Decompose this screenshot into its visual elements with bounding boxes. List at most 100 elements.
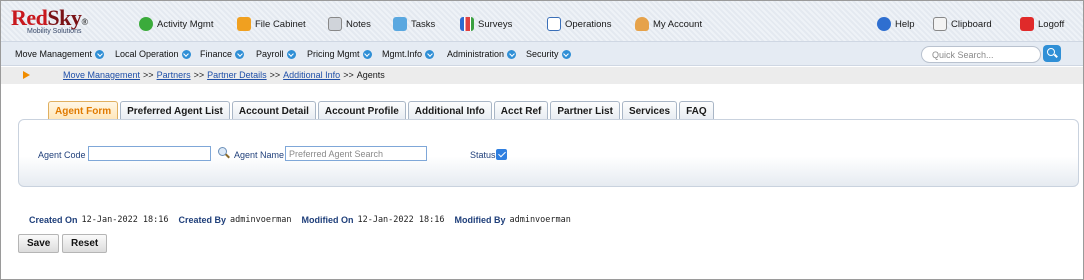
nav-my-account-label: My Account [653,18,703,30]
menu-move-management[interactable]: Move Management [15,49,105,59]
created-by-value: adminvoerman [230,215,292,225]
nav-tasks[interactable]: Tasks [393,17,435,31]
nav-clipboard-label: Clipboard [951,18,992,30]
nav-operations[interactable]: Operations [547,17,611,31]
menu-label: Payroll [256,49,284,59]
tab-account-detail[interactable]: Account Detail [231,101,316,120]
agent-form-panel: Agent Code Agent Name Status [18,119,1079,187]
main-menu: Move Management Local Operation Finance … [1,41,1083,66]
menu-finance[interactable]: Finance [200,49,245,59]
chevron-down-icon [362,49,372,59]
breadcrumb-current: Agents [356,70,385,80]
power-icon [1020,17,1034,31]
nav-file-cabinet-label: File Cabinet [255,18,306,30]
created-on-value: 12-Jan-2022 18:16 [81,215,169,225]
tab-agent-form[interactable]: Agent Form [48,101,119,120]
breadcrumb-bar: Move Management >> Partners >> Partner D… [1,67,1083,84]
menu-local-operation[interactable]: Local Operation [115,49,191,59]
menu-payroll[interactable]: Payroll [256,49,296,59]
tab-preferred-agent-list[interactable]: Preferred Agent List [120,101,230,120]
tab-partner-list[interactable]: Partner List [550,101,620,120]
status-checkbox[interactable] [496,149,507,160]
nav-clipboard[interactable]: Clipboard [933,17,992,31]
bar-chart-icon [460,17,474,31]
nav-logoff[interactable]: Logoff [1020,17,1064,31]
nav-logoff-label: Logoff [1038,18,1065,30]
gear-icon [139,17,153,31]
modified-on-value: 12-Jan-2022 18:16 [357,215,445,225]
user-icon [635,17,649,31]
breadcrumb-link-move-management[interactable]: Move Management [63,70,140,80]
menu-label: Security [526,49,559,59]
logo-name-red: Red [11,5,48,30]
nav-help[interactable]: Help [877,17,915,31]
agent-code-label: Agent Code [38,150,86,160]
nav-surveys-label: Surveys [478,18,513,30]
chevron-down-icon [286,49,296,59]
breadcrumb: Move Management >> Partners >> Partner D… [63,70,385,80]
breadcrumb-separator: >> [269,70,281,80]
nav-tasks-label: Tasks [411,18,436,30]
modified-by-value: adminvoerman [509,215,571,225]
tab-acct-ref[interactable]: Acct Ref [493,101,549,120]
arrow-right-icon [23,71,30,79]
nav-activity-mgmt[interactable]: Activity Mgmt [139,17,213,31]
nav-help-label: Help [895,18,915,30]
tab-account-profile[interactable]: Account Profile [317,101,406,120]
help-icon [877,17,891,31]
breadcrumb-separator: >> [343,70,354,80]
folder-icon [237,17,251,31]
tab-faq[interactable]: FAQ [679,101,714,120]
breadcrumb-link-partner-details[interactable]: Partner Details [207,70,267,80]
chevron-down-icon [235,49,245,59]
nav-notes-label: Notes [346,18,371,30]
save-button[interactable]: Save [18,234,60,253]
logo-name-dark: Sky [47,5,82,30]
menu-administration[interactable]: Administration [447,49,517,59]
modified-on-label: Modified On [301,215,354,225]
chevron-down-icon [181,49,191,59]
tab-services[interactable]: Services [621,101,678,120]
menu-mgmt-info[interactable]: Mgmt.Info [382,49,435,59]
clipboard-icon [933,17,947,31]
chevron-down-icon [507,49,517,59]
menu-label: Pricing Mgmt [307,49,360,59]
quick-search-button[interactable] [1043,45,1061,62]
lookup-icon[interactable] [217,146,230,159]
company-logo[interactable]: RedSky® Mobility Solutions [11,5,88,35]
agent-name-label: Agent Name [234,150,285,160]
breadcrumb-link-additional-info[interactable]: Additional Info [283,70,340,80]
chevron-down-icon [425,49,435,59]
menu-label: Mgmt.Info [382,49,423,59]
logo-tagline: Mobility Solutions [27,28,82,35]
audit-info: Created On 12-Jan-2022 18:16 Created By … [29,215,577,225]
agent-name-input[interactable] [285,146,427,161]
menu-label: Finance [200,49,233,59]
nav-surveys[interactable]: Surveys [460,17,512,31]
breadcrumb-separator: >> [143,70,154,80]
nav-file-cabinet[interactable]: File Cabinet [237,17,306,31]
tab-additional-info[interactable]: Additional Info [407,101,492,120]
agent-code-input[interactable] [88,146,211,161]
menu-label: Move Management [15,49,93,59]
modified-by-label: Modified By [454,215,506,225]
logo-trademark: ® [81,17,88,27]
nav-my-account[interactable]: My Account [635,17,702,31]
tab-strip: Agent Form Preferred Agent List Account … [48,101,714,120]
breadcrumb-link-partners[interactable]: Partners [157,70,191,80]
calendar-icon [547,17,561,31]
chevron-down-icon [95,49,105,59]
breadcrumb-separator: >> [193,70,205,80]
menu-pricing-mgmt[interactable]: Pricing Mgmt [307,49,372,59]
created-by-label: Created By [178,215,227,225]
pencil-icon [328,17,342,31]
nav-operations-label: Operations [565,18,612,30]
status-label: Status [470,150,496,160]
reset-button[interactable]: Reset [62,234,108,253]
nav-notes[interactable]: Notes [328,17,371,31]
menu-label: Local Operation [115,49,179,59]
top-header: RedSky® Mobility Solutions Activity Mgmt… [1,1,1083,41]
menu-security[interactable]: Security [526,49,571,59]
created-on-label: Created On [29,215,78,225]
quick-search-input[interactable] [921,46,1041,63]
